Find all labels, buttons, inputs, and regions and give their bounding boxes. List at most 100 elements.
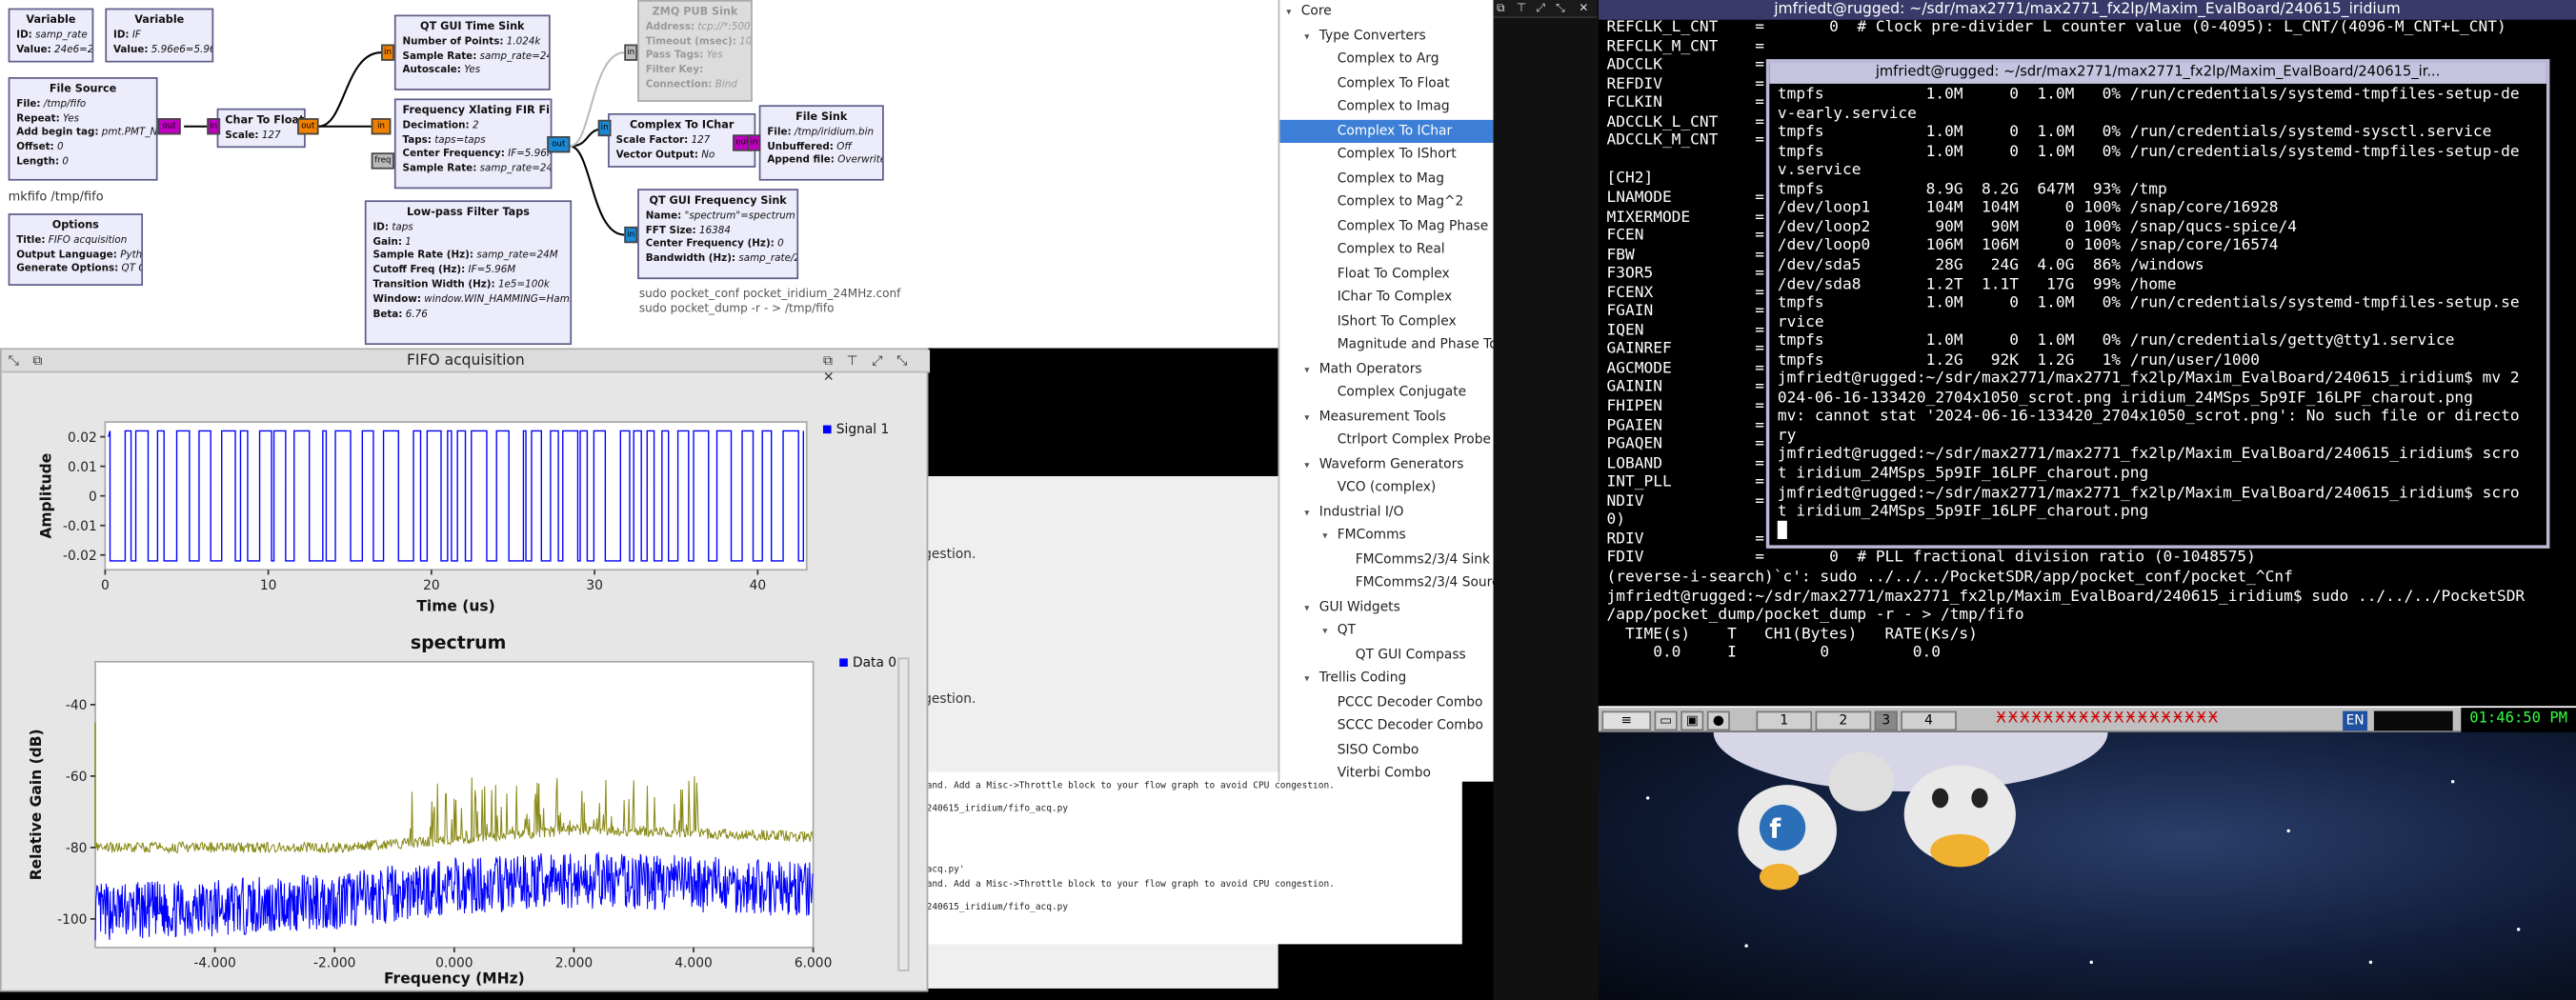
block-freq-xlating[interactable]: Frequency Xlating FIR Filter Decimation: … [393,98,553,190]
tree-item[interactable]: ▾ GUI Widgets [1279,595,1493,618]
tree-item[interactable]: ▾ Industrial I/O [1279,500,1493,523]
tree-item[interactable]: Complex To IShort [1279,143,1493,166]
tree-item[interactable]: Magnitude and Phase To Co [1279,333,1494,356]
small-window-bar[interactable]: ⧉ ⊤ ⤢ ⤡ ✕ [1493,0,1598,18]
tree-item[interactable]: Complex to Real [1279,238,1493,261]
desktop-2[interactable]: 2 [1815,710,1872,731]
block-char-to-float[interactable]: Char To Float Scale: 127 [216,108,306,149]
tray-window-icons[interactable]: ӾӾӾӾӾӾӾӾӾӾӾӾӾӾӾӾӾӾӾ [1996,711,2333,731]
tree-item[interactable]: IShort To Complex [1279,310,1493,332]
block-lpf-taps[interactable]: Low-pass Filter Taps ID: taps Gain: 1 Sampl… [364,200,573,346]
block-options[interactable]: Options Title: FIFO acquisition Output Lan… [8,213,144,287]
iconify-icon[interactable]: ⤡ [1556,2,1565,17]
firefox-icon[interactable]: ● [1706,710,1730,731]
terminal-line: NDIV = [1606,491,1765,510]
port-in[interactable]: in [624,44,638,61]
block-qt-freq-sink[interactable]: QT GUI Frequency Sink Name: "spectrum"=sp… [637,189,799,280]
expand-arrow-icon[interactable]: ▾ [1286,2,1301,25]
desktop-4[interactable]: 4 [1901,710,1957,731]
tree-item[interactable]: Complex to Arg [1279,48,1493,70]
restore-icon[interactable]: ⧉ [1497,2,1505,17]
tree-item[interactable]: Complex to Mag [1279,167,1493,190]
tree-item[interactable]: Complex To Mag Phase [1279,214,1493,237]
tree-item[interactable]: Ctrlport Complex Probe [1279,429,1493,451]
block-file-sink[interactable]: File Sink File: /tmp/iridium.bin Unbuffere… [758,105,884,181]
tree-item[interactable]: SISO Combo [1279,738,1493,761]
tree-item[interactable]: SCCC Decoder Combo [1279,714,1493,737]
param-key: Scale: [225,129,259,141]
port-in[interactable]: in [207,118,221,135]
tree-item[interactable]: ▾ Measurement Tools [1279,405,1493,428]
tree-item[interactable]: ▾ Core [1279,0,1493,23]
tree-item[interactable]: Complex to Mag^2 [1279,190,1493,213]
block-var-samp-rate[interactable]: VariableID: samp_rateValue: 24e6=24M [8,8,94,63]
tree-item[interactable]: ▾ FMComms [1279,524,1493,547]
expand-arrow-icon[interactable]: ▾ [1304,26,1319,49]
close-icon[interactable]: ✕ [1579,2,1588,15]
block-param: File: /tmp/iridium.bin [767,126,875,140]
terminal-df[interactable]: jmfriedt@rugged: ~/sdr/max2771/max2771_f… [1765,59,2550,549]
tree-item[interactable]: IChar To Complex [1279,286,1493,309]
expand-arrow-icon[interactable]: ▾ [1304,407,1319,430]
tree-item[interactable]: Float To Complex [1279,262,1493,285]
tree-item[interactable]: ▾ Type Converters [1279,24,1493,47]
flowgraph-canvas[interactable]: VariableID: samp_rateValue: 24e6=24MVari… [0,0,1278,349]
tree-item[interactable]: ▾ Trellis Coding [1279,667,1493,690]
block-zmq-pub-sink[interactable]: ZMQ PUB Sink Address: tcp://*:5005 Timeout… [637,0,753,102]
block-param: FFT Size: 16384 [646,225,791,239]
expand-arrow-icon[interactable]: ▾ [1322,621,1338,644]
tree-item[interactable]: PCCC Decoder Combo [1279,690,1493,713]
port-in[interactable]: in [381,44,394,61]
tree-item[interactable]: VCO (complex) [1279,476,1493,499]
tree-item[interactable]: ▾ QT [1279,619,1493,642]
port-in[interactable]: in [597,119,612,137]
start-button[interactable]: ≡ [1601,710,1652,731]
terminal-line: FCEN = [1606,227,1765,245]
tree-item[interactable]: ▾ Math Operators [1279,357,1493,380]
window-icon[interactable]: ▣ [1680,710,1704,731]
block-var-if[interactable]: VariableID: IFValue: 5.96e6=5.96M [105,8,214,63]
menu-icon[interactable]: ⊤ [1517,2,1527,15]
port-out[interactable]: out [547,136,571,153]
block-param: Autoscale: Yes [403,65,543,79]
terminal-line: ry [1777,427,1797,446]
tree-item[interactable]: Complex To IChar [1279,119,1494,143]
param-key: Sample Rate: [402,50,477,62]
spectrum-plot[interactable]: spectrum -4.000 -2.000 0.000 2.000 4.000 6.000… [2,626,927,990]
tree-item[interactable]: QT GUI Compass [1279,643,1493,666]
lang-indicator[interactable]: EN [2343,710,2368,731]
window-left-icons[interactable]: ⤡ ⧉ [9,353,48,370]
port-in[interactable]: in [371,118,392,135]
expand-arrow-icon[interactable]: ▾ [1304,597,1319,620]
port-out[interactable]: out [157,118,181,135]
tree-item[interactable]: FMComms2/3/4 Source [1279,571,1494,594]
block-library-tree[interactable]: ▾ Core ▾ Type Converters Complex to Arg Compl… [1278,0,1494,782]
x-tick-label: 0 [101,578,110,593]
expand-arrow-icon[interactable]: ▾ [1304,359,1319,382]
port-in[interactable]: in [624,226,638,244]
port-out[interactable]: out [297,118,319,135]
port-in[interactable]: in [747,134,761,151]
time-plot[interactable]: 0 10 20 30 40 0.02 0.01 0 -0.01 -0.02 Time (us) Amp… [2,372,927,626]
expand-arrow-icon[interactable]: ▾ [1304,502,1319,525]
desktop-1[interactable]: 1 [1756,710,1813,731]
tree-item[interactable]: Viterbi Combo [1279,762,1493,782]
port-freq[interactable]: freq [371,152,394,170]
terminal-line: INT_PLL = [1606,472,1765,491]
tree-item[interactable]: Complex To Float [1279,71,1493,94]
tree-item[interactable]: Complex Conjugate [1279,381,1493,404]
tree-item[interactable]: ▾ Waveform Generators [1279,452,1493,475]
tree-item-label: Complex Conjugate [1337,384,1467,399]
block-qt-time-sink[interactable]: QT GUI Time Sink Number of Points: 1.024k… [393,14,551,90]
desktop-3[interactable]: 3 [1874,710,1898,731]
tree-item[interactable]: Complex to Imag [1279,95,1493,118]
expand-arrow-icon[interactable]: ▾ [1322,526,1338,549]
expand-arrow-icon[interactable]: ▾ [1304,454,1319,477]
desk-icon[interactable]: ▭ [1654,710,1678,731]
terminal-line: ADCCLK_L_CNT = [1606,112,1765,131]
tree-item[interactable]: FMComms2/3/4 Sink [1279,548,1493,570]
maximize-icon[interactable]: ⤢ [1536,2,1545,17]
block-file-source[interactable]: File Source File: /tmp/fifo Repeat: Yes Add… [8,77,158,181]
block-param: Connection: Bind [646,79,744,93]
expand-arrow-icon[interactable]: ▾ [1304,669,1319,691]
